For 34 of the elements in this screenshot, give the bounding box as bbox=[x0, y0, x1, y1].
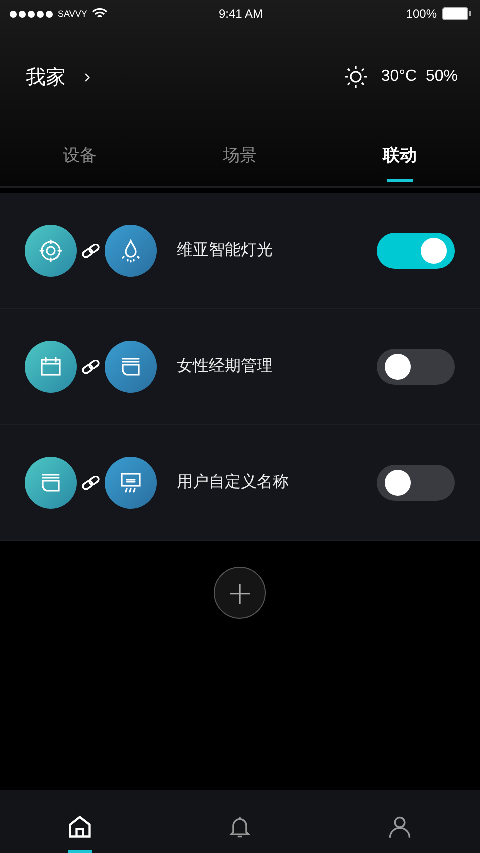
toggle-switch[interactable] bbox=[377, 348, 455, 384]
weather-reading: 30°C 50% bbox=[381, 68, 458, 86]
battery-icon bbox=[442, 7, 472, 21]
linkage-row[interactable]: 用户自定义名称 bbox=[0, 425, 480, 541]
signal-icon bbox=[10, 10, 53, 18]
bowl-icon bbox=[105, 340, 157, 392]
add-button[interactable]: + bbox=[214, 567, 266, 619]
wifi-icon bbox=[92, 8, 108, 20]
calendar-icon bbox=[25, 340, 77, 392]
linkage-row[interactable]: 维亚智能灯光 bbox=[0, 193, 480, 309]
bowl-icon bbox=[25, 456, 77, 508]
linkage-row[interactable]: 女性经期管理 bbox=[0, 309, 480, 425]
carrier-name: SAVVY bbox=[58, 9, 88, 19]
chevron-icon[interactable]: › bbox=[84, 66, 91, 88]
linkage-name: 女性经期管理 bbox=[177, 357, 274, 377]
tab[interactable]: 设备 bbox=[0, 126, 160, 186]
tab[interactable]: 联动 bbox=[320, 126, 480, 186]
sun-icon bbox=[345, 66, 368, 88]
tab[interactable]: 场景 bbox=[160, 126, 320, 186]
linkage-name: 用户自定义名称 bbox=[177, 472, 290, 493]
toggle-switch[interactable] bbox=[377, 464, 455, 500]
status-time: 9:41 AM bbox=[218, 7, 264, 21]
sensor-icon bbox=[25, 224, 77, 276]
battery-percent: 100% bbox=[406, 7, 437, 21]
home-icon bbox=[67, 814, 93, 840]
link-icon bbox=[81, 244, 101, 258]
toggle-switch[interactable] bbox=[377, 232, 455, 268]
aircon-icon bbox=[105, 456, 157, 508]
linkage-name: 维亚智能灯光 bbox=[177, 240, 274, 261]
bulb-icon bbox=[105, 224, 157, 276]
link-icon bbox=[81, 360, 101, 374]
person-icon bbox=[387, 814, 413, 840]
link-icon bbox=[81, 476, 101, 490]
home-selector[interactable]: 我家 bbox=[26, 64, 66, 90]
